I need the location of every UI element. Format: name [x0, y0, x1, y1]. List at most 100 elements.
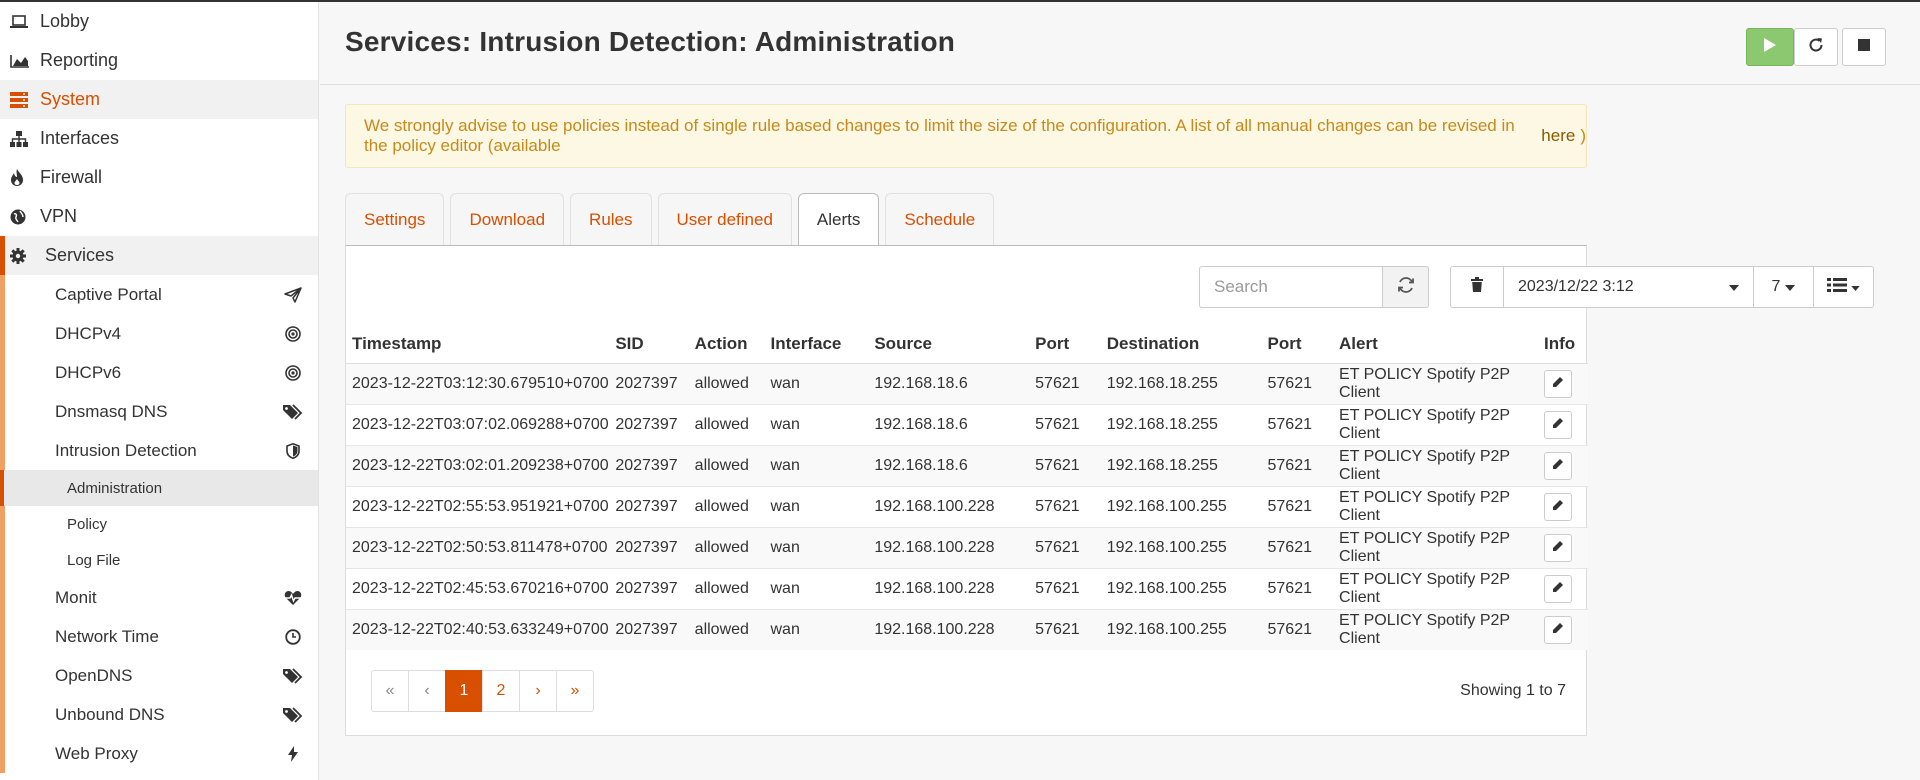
area-chart-icon — [0, 54, 30, 68]
column-header-alert[interactable]: Alert — [1333, 326, 1538, 364]
page-next-button[interactable]: › — [519, 670, 557, 712]
cell-source-port: 57621 — [1029, 444, 1101, 486]
column-header-source[interactable]: Source — [868, 326, 1030, 364]
search-placeholder: Search — [1214, 277, 1268, 296]
cell-source-port: 57621 — [1029, 485, 1101, 527]
sidebar-item-lobby[interactable]: Lobby — [0, 2, 318, 41]
tab-user-defined[interactable]: User defined — [657, 193, 792, 245]
page-2-button[interactable]: 2 — [482, 670, 520, 712]
row-count-select[interactable]: 7 — [1754, 266, 1814, 308]
caret-down-icon — [1851, 278, 1860, 296]
sidebar-item-captive-portal[interactable]: Captive Portal — [5, 275, 318, 314]
cell-action: allowed — [688, 444, 765, 486]
tab-download[interactable]: Download — [450, 193, 565, 245]
cell-alert: ET POLICY Spotify P2P Client — [1333, 608, 1538, 650]
column-selector-button[interactable] — [1814, 266, 1874, 308]
refresh-button[interactable] — [1383, 266, 1429, 308]
stop-service-button[interactable] — [1842, 28, 1886, 66]
cell-source: 192.168.100.228 — [868, 526, 1030, 568]
cell-source-port: 57621 — [1029, 526, 1101, 568]
cell-timestamp: 2023-12-22T02:50:53.811478+0700 — [346, 526, 610, 568]
cell-info — [1537, 567, 1588, 609]
cell-destination: 192.168.18.255 — [1100, 403, 1262, 445]
table-row: 2023-12-22T02:50:53.811478+0700 2027397 … — [346, 526, 1588, 568]
info-button[interactable] — [1543, 533, 1572, 562]
info-button[interactable] — [1543, 615, 1572, 644]
sidebar-item-interfaces[interactable]: Interfaces — [0, 119, 318, 158]
sidebar-item-dhcpv4[interactable]: DHCPv4 — [5, 314, 318, 353]
tab-alerts[interactable]: Alerts — [797, 193, 880, 246]
sidebar-item-monit[interactable]: Monit — [5, 578, 318, 617]
sidebar-item-web-proxy[interactable]: Web Proxy — [5, 734, 318, 773]
logfile-date-select[interactable]: 2023/12/22 3:12 — [1504, 266, 1754, 308]
alerts-panel: Search 2023/12/22 3:12 7 Timestamp SID A… — [345, 245, 1874, 736]
page-1-button[interactable]: 1 — [445, 670, 483, 712]
page-last-button[interactable]: » — [556, 670, 594, 712]
sidebar-item-firewall[interactable]: Firewall — [0, 158, 318, 197]
sidebar-item-label: Policy — [67, 515, 108, 533]
tags-icon — [282, 665, 304, 687]
info-button[interactable] — [1543, 369, 1572, 398]
cell-destination-port: 57621 — [1261, 608, 1334, 650]
cell-source: 192.168.100.228 — [868, 608, 1030, 650]
column-header-source-port[interactable]: Port — [1029, 326, 1101, 364]
policy-editor-link[interactable]: here — [1541, 126, 1575, 146]
table-row: 2023-12-22T02:40:53.633249+0700 2027397 … — [346, 608, 1588, 650]
cell-source-port: 57621 — [1029, 362, 1101, 404]
sidebar-subitem-administration[interactable]: Administration — [0, 470, 318, 506]
cell-action: allowed — [688, 526, 765, 568]
info-button[interactable] — [1543, 574, 1572, 603]
info-button[interactable] — [1543, 492, 1572, 521]
cell-destination-port: 57621 — [1261, 444, 1334, 486]
column-header-destination[interactable]: Destination — [1100, 326, 1262, 364]
sidebar-item-unbound-dns[interactable]: Unbound DNS — [5, 695, 318, 734]
page-first-button[interactable]: « — [371, 670, 409, 712]
page-prev-button[interactable]: ‹ — [408, 670, 446, 712]
sidebar-item-label: VPN — [40, 206, 78, 226]
sidebar-item-vpn[interactable]: VPN — [0, 197, 318, 236]
column-header-destination-port[interactable]: Port — [1261, 326, 1334, 364]
sidebar-item-label: Captive Portal — [55, 284, 162, 304]
sidebar-item-dhcpv6[interactable]: DHCPv6 — [5, 353, 318, 392]
column-header-sid[interactable]: SID — [609, 326, 689, 364]
delete-alerts-button[interactable] — [1450, 266, 1504, 308]
cell-info — [1537, 485, 1588, 527]
paper-plane-icon — [282, 284, 304, 306]
sidebar-item-services[interactable]: Services — [0, 236, 318, 275]
restart-service-button[interactable] — [1794, 28, 1838, 66]
sidebar-item-label: Network Time — [55, 626, 159, 646]
sidebar-item-opendns[interactable]: OpenDNS — [5, 656, 318, 695]
cell-sid: 2027397 — [609, 526, 689, 568]
tab-schedule[interactable]: Schedule — [885, 193, 995, 245]
sidebar-item-dnsmasq-dns[interactable]: Dnsmasq DNS — [5, 392, 318, 431]
sidebar-item-reporting[interactable]: Reporting — [0, 41, 318, 80]
info-button[interactable] — [1543, 410, 1572, 439]
column-header-timestamp[interactable]: Timestamp — [346, 326, 610, 364]
sidebar-item-label: DHCPv4 — [55, 323, 122, 343]
sidebar-item-label: Administration — [67, 479, 163, 497]
cell-interface: wan — [764, 403, 869, 445]
info-button[interactable] — [1543, 451, 1572, 480]
tab-rules[interactable]: Rules — [570, 193, 652, 245]
services-submenu: Captive Portal DHCPv4 DHCPv6 Dnsmasq DNS… — [0, 275, 318, 773]
sidebar-item-network-time[interactable]: Network Time — [5, 617, 318, 656]
sidebar-item-system[interactable]: System — [0, 80, 318, 119]
pencil-icon — [1552, 416, 1564, 434]
cell-alert: ET POLICY Spotify P2P Client — [1333, 567, 1538, 609]
cell-sid: 2027397 — [609, 444, 689, 486]
tab-settings[interactable]: Settings — [345, 193, 445, 245]
server-icon — [0, 91, 30, 108]
cell-sid: 2027397 — [609, 485, 689, 527]
column-header-interface[interactable]: Interface — [764, 326, 869, 364]
sidebar-subitem-log-file[interactable]: Log File — [5, 542, 318, 578]
search-input[interactable]: Search — [1199, 266, 1383, 308]
start-service-button[interactable] — [1746, 28, 1794, 66]
sidebar-item-intrusion-detection[interactable]: Intrusion Detection — [5, 431, 318, 470]
cell-destination-port: 57621 — [1261, 485, 1334, 527]
cell-action: allowed — [688, 608, 765, 650]
sidebar-item-label: Web Proxy — [55, 743, 138, 763]
sidebar-subitem-policy[interactable]: Policy — [5, 506, 318, 542]
shield-icon — [282, 440, 304, 462]
column-header-action[interactable]: Action — [688, 326, 765, 364]
cell-alert: ET POLICY Spotify P2P Client — [1333, 444, 1538, 486]
